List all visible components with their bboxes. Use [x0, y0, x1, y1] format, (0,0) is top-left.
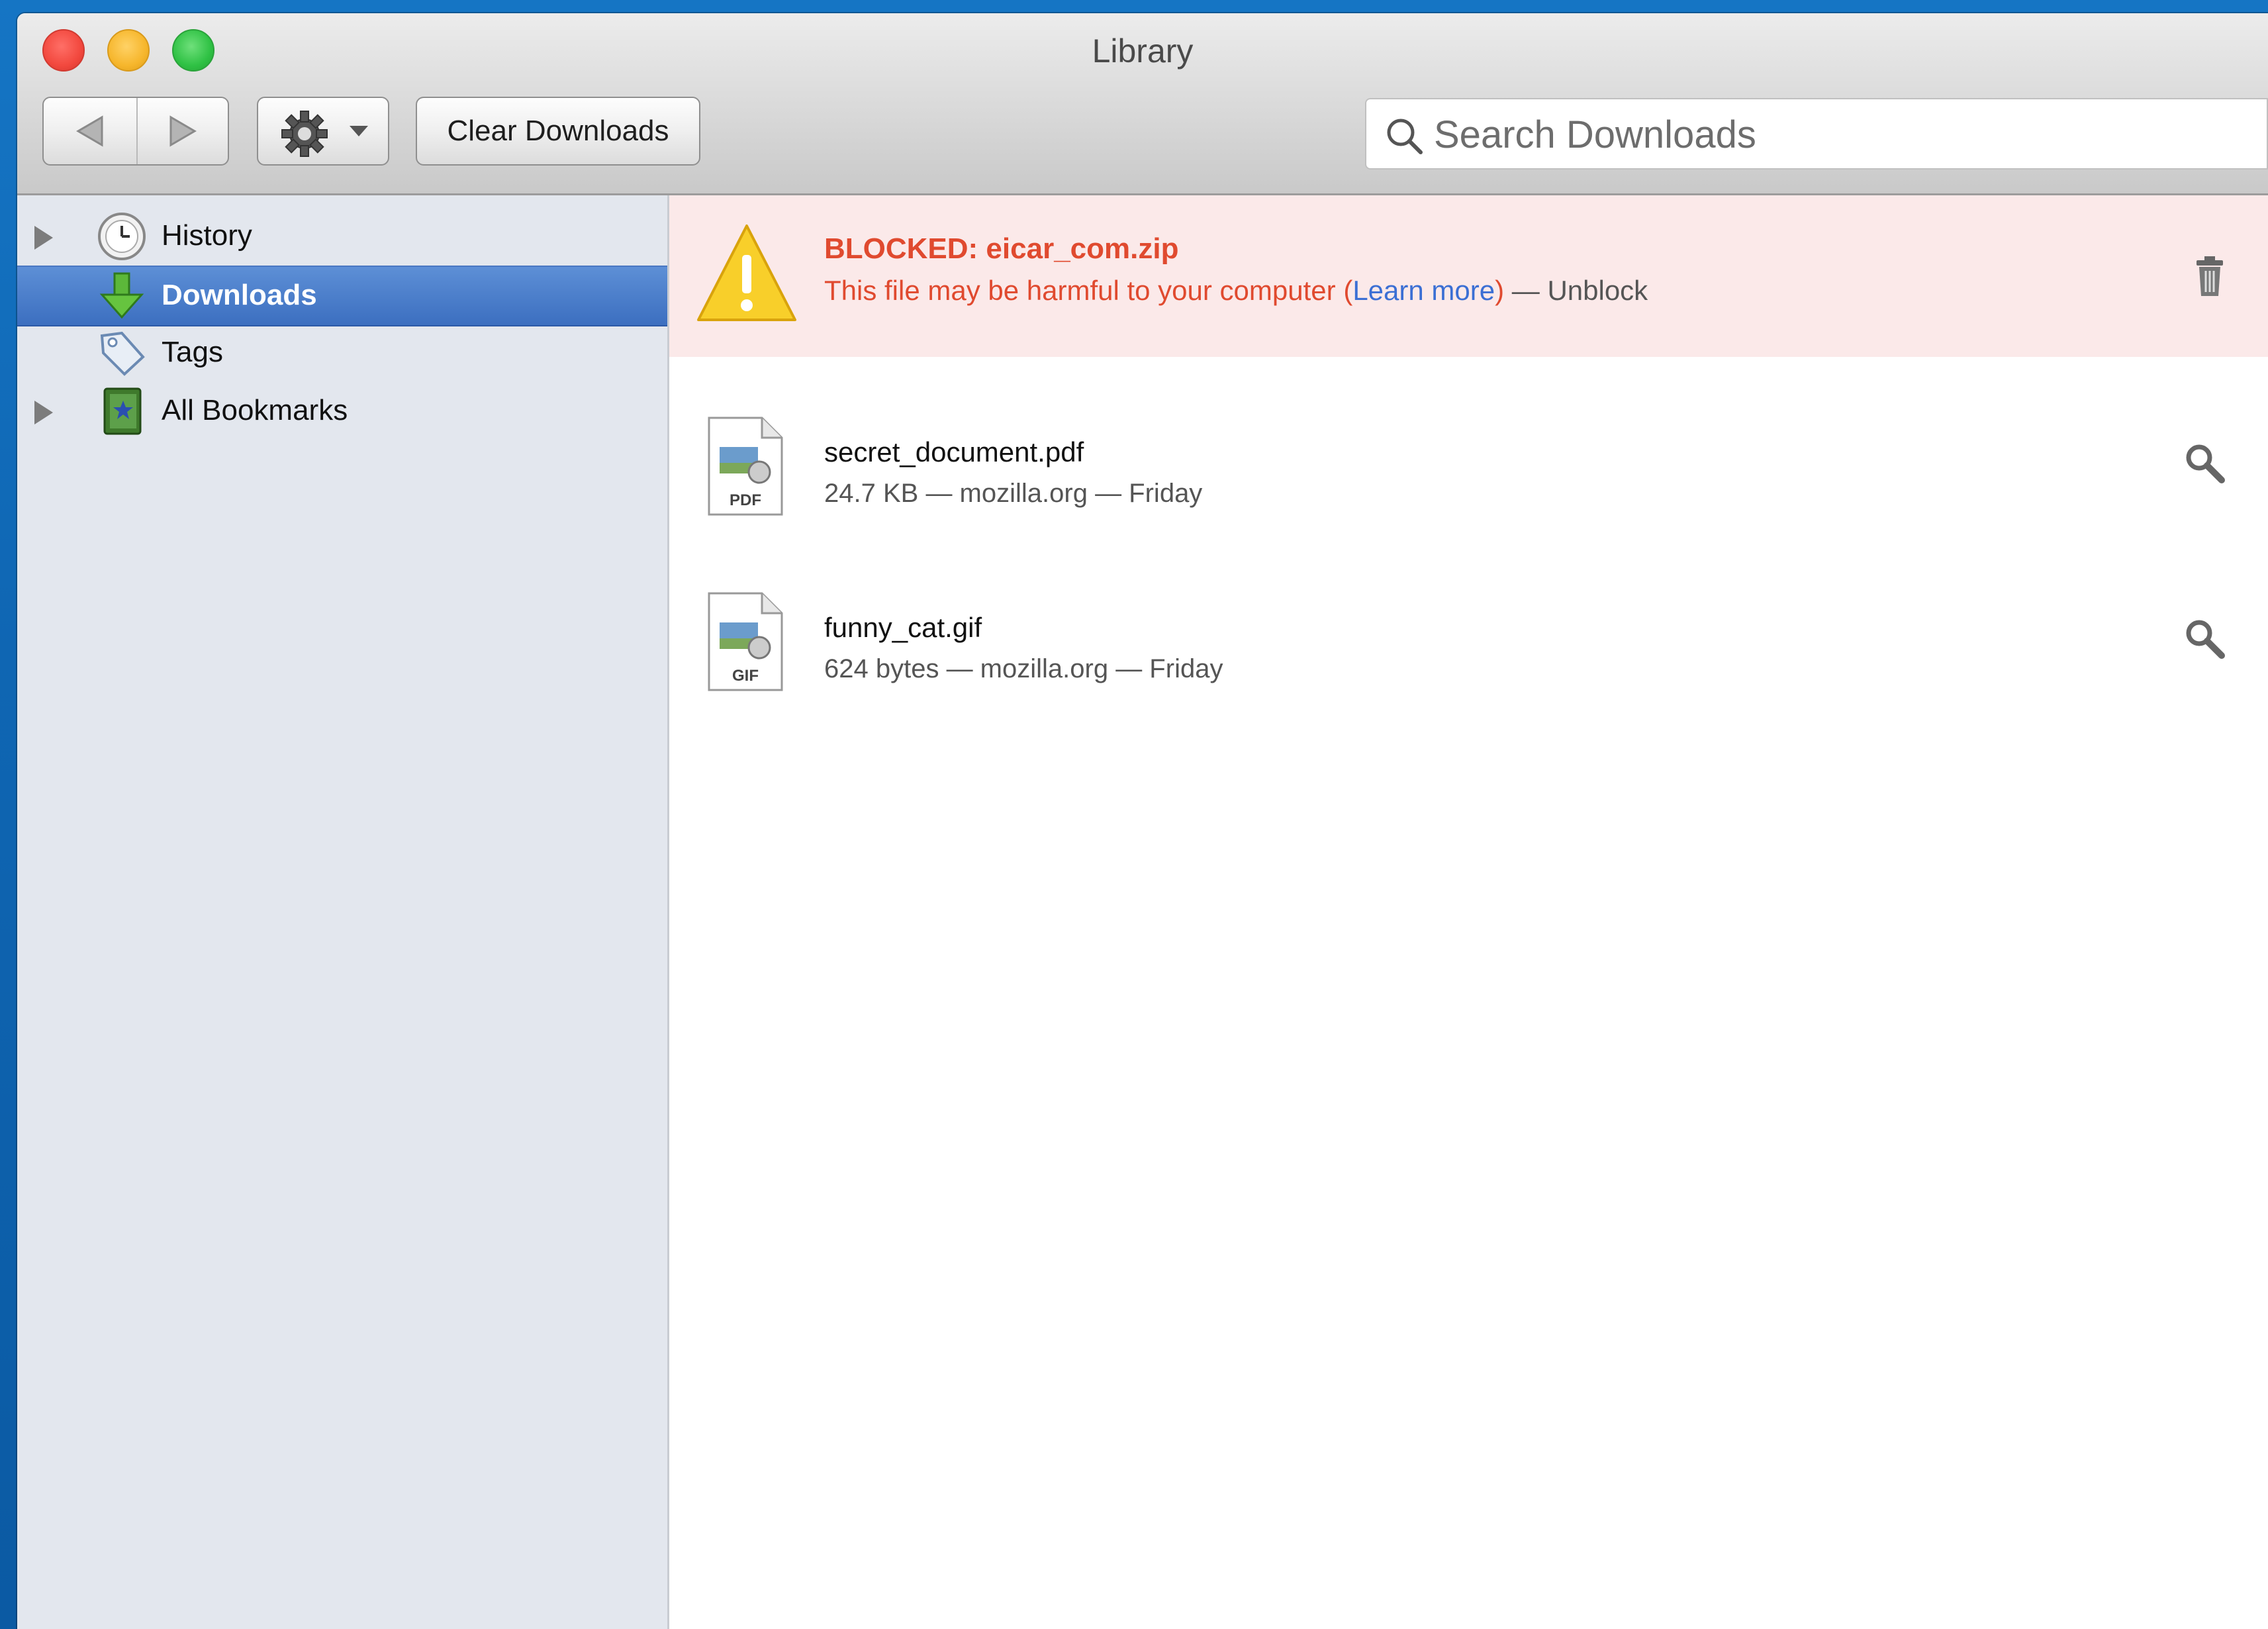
learn-more-close-paren: ) [1495, 275, 1505, 306]
unblock-link[interactable]: Unblock [1547, 275, 1648, 306]
file-meta: 624 bytes — mozilla.org — Friday [824, 654, 1223, 683]
magnifier-icon[interactable] [2183, 617, 2226, 660]
file-badge: GIF [732, 667, 759, 685]
sidebar-item-downloads[interactable]: Downloads [17, 266, 667, 326]
sidebar-item-label: Tags [162, 336, 223, 368]
sidebar-item-all-bookmarks[interactable]: All Bookmarks [17, 382, 667, 440]
search-downloads-field[interactable] [1365, 98, 2268, 170]
search-input[interactable] [1433, 109, 2243, 160]
learn-more-link[interactable]: Learn more [1352, 275, 1495, 306]
sidebar-item-label: History [162, 219, 252, 252]
forward-button[interactable] [136, 98, 229, 164]
blocked-warning-line: This file may be harmful to your compute… [824, 275, 1648, 307]
download-arrow-icon [99, 272, 144, 319]
sidebar-item-label: All Bookmarks [162, 394, 348, 426]
clear-downloads-button[interactable]: Clear Downloads [416, 97, 700, 166]
navigation-buttons [42, 97, 229, 166]
forward-arrow-icon [169, 115, 197, 147]
download-row[interactable]: GIF funny_cat.gif 624 bytes — mozilla.or… [669, 583, 2268, 695]
warning-triangle-icon [697, 224, 796, 321]
pdf-file-icon: PDF [708, 417, 783, 516]
clock-icon [98, 213, 146, 260]
unblock-separator: — [1504, 275, 1548, 306]
learn-more-open-paren: ( [1343, 275, 1353, 306]
trash-icon[interactable] [2194, 255, 2226, 297]
bookmarks-book-icon [103, 387, 142, 435]
blocked-download-row[interactable]: BLOCKED: eicar_com.zip This file may be … [669, 195, 2268, 357]
disclosure-triangle-icon[interactable] [32, 399, 56, 426]
sidebar: History Downloads Tags All Bookmarks [17, 195, 669, 1629]
file-name: funny_cat.gif [824, 612, 982, 643]
tag-icon [100, 331, 145, 376]
back-arrow-icon [76, 115, 103, 147]
organize-menu-button[interactable] [257, 97, 389, 166]
blocked-file-name: BLOCKED: eicar_com.zip [824, 232, 1179, 265]
file-badge: PDF [730, 491, 761, 509]
sidebar-item-tags[interactable]: Tags [17, 324, 667, 382]
search-icon [1387, 119, 1423, 154]
file-meta: 24.7 KB — mozilla.org — Friday [824, 479, 1203, 508]
chevron-down-icon [350, 126, 368, 136]
library-window: Library Clear Downloads Search Downloads… [17, 13, 2268, 1629]
file-name: secret_document.pdf [824, 436, 1084, 468]
sidebar-item-history[interactable]: History [17, 207, 667, 266]
magnifier-icon[interactable] [2183, 442, 2226, 484]
downloads-list: BLOCKED: eicar_com.zip This file may be … [669, 195, 2268, 1629]
gear-icon [281, 111, 328, 157]
title-toolbar: Library Clear Downloads Search Downloads [17, 13, 2268, 195]
back-button[interactable] [44, 98, 138, 164]
gif-file-icon: GIF [708, 592, 783, 691]
download-row[interactable]: PDF secret_document.pdf 24.7 KB — mozill… [669, 407, 2268, 520]
sidebar-item-label: Downloads [162, 279, 317, 311]
window-title: Library [1092, 32, 1194, 70]
blocked-warning-text: This file may be harmful to your compute… [824, 275, 1336, 306]
disclosure-triangle-icon[interactable] [32, 224, 56, 251]
